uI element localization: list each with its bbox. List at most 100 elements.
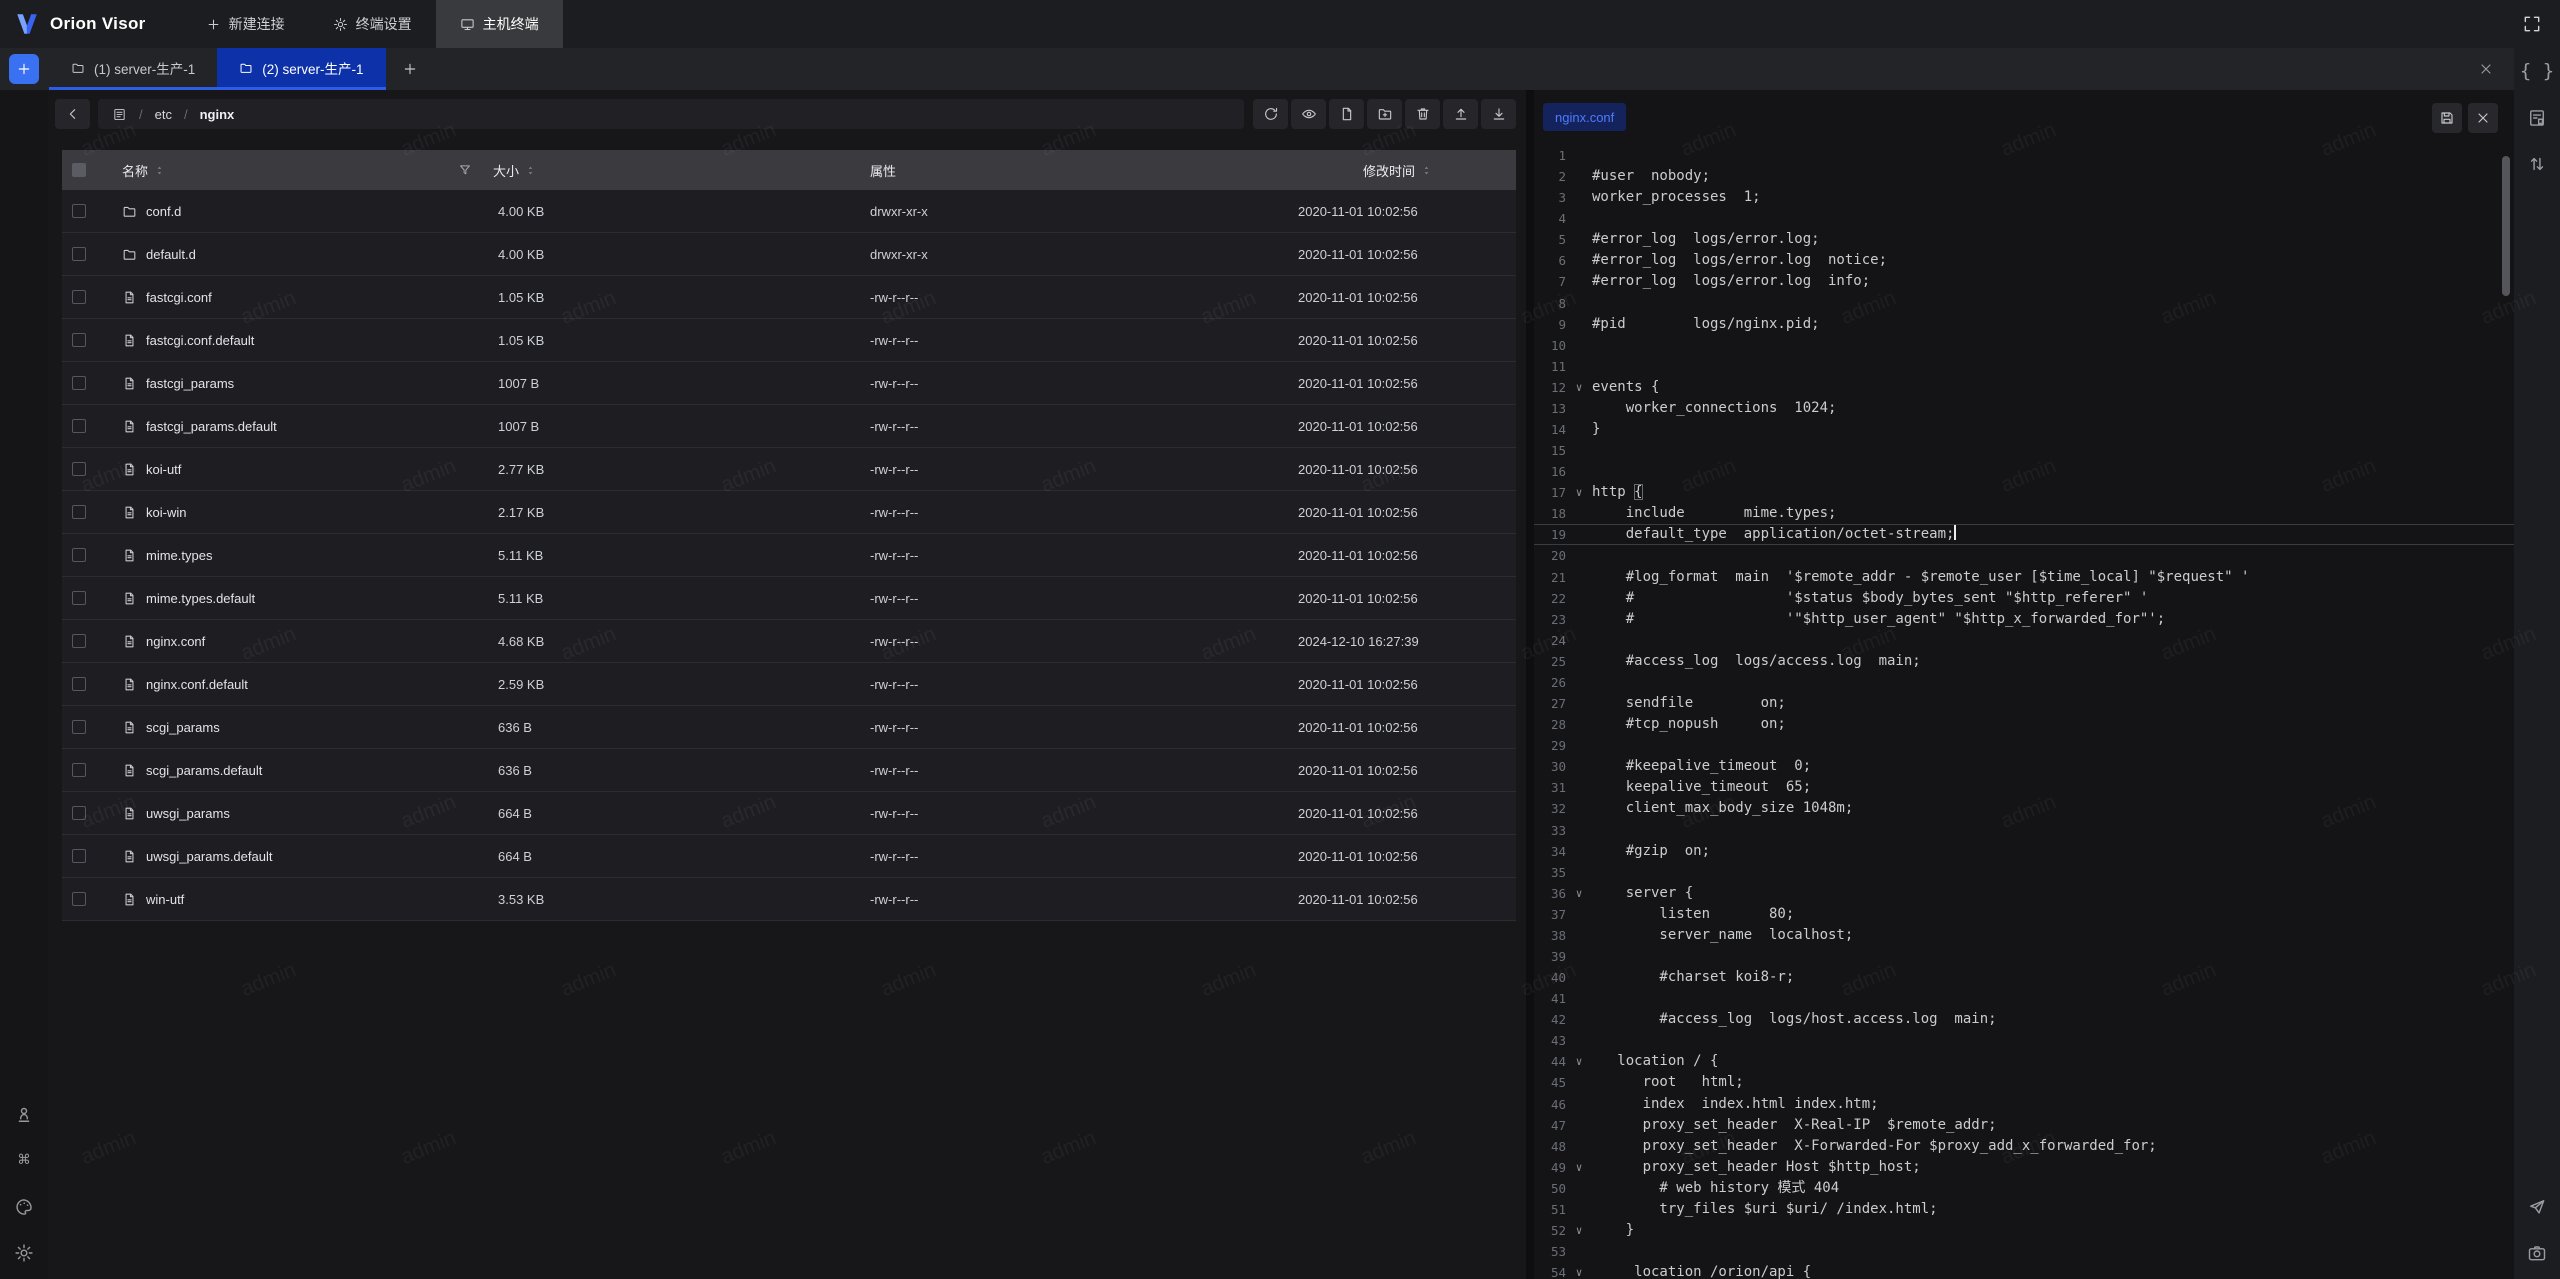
code-line-26[interactable]: 26 bbox=[1534, 672, 2514, 693]
code-line-11[interactable]: 11 bbox=[1534, 356, 2514, 377]
sort-icon[interactable] bbox=[525, 165, 536, 176]
file-row-nginx.conf[interactable]: nginx.conf4.68 KB-rw-r--r--2024-12-10 16… bbox=[62, 620, 1516, 663]
row-checkbox[interactable] bbox=[72, 505, 86, 519]
row-checkbox[interactable] bbox=[72, 720, 86, 734]
row-checkbox[interactable] bbox=[72, 462, 86, 476]
add-tab-button[interactable] bbox=[402, 61, 418, 77]
row-checkbox[interactable] bbox=[72, 763, 86, 777]
code-line-15[interactable]: 15 bbox=[1534, 440, 2514, 461]
session-tab-1[interactable]: (1) server-生产-1 bbox=[49, 48, 217, 90]
code-line-52[interactable]: 52∨ } bbox=[1534, 1220, 2514, 1241]
code-line-6[interactable]: 6#error_log logs/error.log notice; bbox=[1534, 250, 2514, 271]
code-line-21[interactable]: 21 #log_format main '$remote_addr - $rem… bbox=[1534, 567, 2514, 588]
file-row-scgi_params[interactable]: scgi_params636 B-rw-r--r--2020-11-01 10:… bbox=[62, 706, 1516, 749]
time-column-header[interactable]: 修改时间 bbox=[1280, 161, 1516, 180]
new-connection-button[interactable] bbox=[9, 54, 39, 84]
file-row-default.d[interactable]: default.d4.00 KBdrwxr-xr-x2020-11-01 10:… bbox=[62, 233, 1516, 276]
fold-chevron-icon[interactable]: ∨ bbox=[1566, 1157, 1592, 1178]
send-icon[interactable] bbox=[2527, 1197, 2547, 1217]
code-line-34[interactable]: 34 #gzip on; bbox=[1534, 841, 2514, 862]
fold-chevron-icon[interactable]: ∨ bbox=[1566, 482, 1592, 503]
file-blank-button[interactable] bbox=[1329, 99, 1364, 129]
code-line-7[interactable]: 7#error_log logs/error.log info; bbox=[1534, 271, 2514, 292]
filter-funnel-icon[interactable] bbox=[458, 163, 472, 177]
download-button[interactable] bbox=[1481, 99, 1516, 129]
code-line-29[interactable]: 29 bbox=[1534, 735, 2514, 756]
code-line-22[interactable]: 22 # '$status $body_bytes_sent "$http_re… bbox=[1534, 588, 2514, 609]
code-line-50[interactable]: 50 # web history 模式 404 bbox=[1534, 1178, 2514, 1199]
menu-item-plus[interactable]: 新建连接 bbox=[182, 0, 309, 48]
code-editor[interactable]: 12#user nobody;3worker_processes 1;45#er… bbox=[1534, 145, 2514, 1279]
code-line-13[interactable]: 13 worker_connections 1024; bbox=[1534, 398, 2514, 419]
row-checkbox[interactable] bbox=[72, 419, 86, 433]
code-line-4[interactable]: 4 bbox=[1534, 208, 2514, 229]
file-name[interactable]: uwsgi_params.default bbox=[146, 849, 272, 864]
file-row-fastcgi_params[interactable]: fastcgi_params1007 B-rw-r--r--2020-11-01… bbox=[62, 362, 1516, 405]
fullscreen-button[interactable] bbox=[2522, 14, 2542, 34]
row-checkbox[interactable] bbox=[72, 290, 86, 304]
file-row-nginx.conf.default[interactable]: nginx.conf.default2.59 KB-rw-r--r--2020-… bbox=[62, 663, 1516, 706]
close-panel-button[interactable] bbox=[2478, 61, 2494, 77]
save-file-button[interactable] bbox=[2432, 103, 2462, 133]
command-icon[interactable]: ⌘ bbox=[18, 1151, 29, 1171]
code-line-41[interactable]: 41 bbox=[1534, 988, 2514, 1009]
code-line-40[interactable]: 40 #charset koi8-r; bbox=[1534, 967, 2514, 988]
code-line-53[interactable]: 53 bbox=[1534, 1241, 2514, 1262]
row-checkbox[interactable] bbox=[72, 548, 86, 562]
code-line-42[interactable]: 42 #access_log logs/host.access.log main… bbox=[1534, 1009, 2514, 1030]
code-line-10[interactable]: 10 bbox=[1534, 335, 2514, 356]
braces-icon[interactable]: { } bbox=[2520, 62, 2554, 82]
row-checkbox[interactable] bbox=[72, 892, 86, 906]
file-name[interactable]: fastcgi_params.default bbox=[146, 419, 277, 434]
fold-chevron-icon[interactable]: ∨ bbox=[1566, 1051, 1592, 1072]
size-column-header[interactable]: 大小 bbox=[450, 161, 855, 180]
breadcrumb-segment-etc[interactable]: etc bbox=[155, 107, 172, 122]
code-line-46[interactable]: 46 index index.html index.htm; bbox=[1534, 1094, 2514, 1115]
code-line-17[interactable]: 17∨http { bbox=[1534, 482, 2514, 503]
file-row-fastcgi_params.default[interactable]: fastcgi_params.default1007 B-rw-r--r--20… bbox=[62, 405, 1516, 448]
file-name[interactable]: scgi_params.default bbox=[146, 763, 262, 778]
trash-button[interactable] bbox=[1405, 99, 1440, 129]
code-line-48[interactable]: 48 proxy_set_header X-Forwarded-For $pro… bbox=[1534, 1136, 2514, 1157]
file-row-uwsgi_params[interactable]: uwsgi_params664 B-rw-r--r--2020-11-01 10… bbox=[62, 792, 1516, 835]
code-line-25[interactable]: 25 #access_log logs/access.log main; bbox=[1534, 651, 2514, 672]
code-line-24[interactable]: 24 bbox=[1534, 630, 2514, 651]
code-line-19[interactable]: 19 default_type application/octet-stream… bbox=[1534, 524, 2514, 545]
file-name[interactable]: scgi_params bbox=[146, 720, 220, 735]
code-line-54[interactable]: 54∨ location /orion/api { bbox=[1534, 1262, 2514, 1279]
fold-chevron-icon[interactable]: ∨ bbox=[1566, 883, 1592, 904]
code-line-36[interactable]: 36∨ server { bbox=[1534, 883, 2514, 904]
file-name[interactable]: conf.d bbox=[146, 204, 181, 219]
file-row-conf.d[interactable]: conf.d4.00 KBdrwxr-xr-x2020-11-01 10:02:… bbox=[62, 190, 1516, 233]
file-row-scgi_params.default[interactable]: scgi_params.default636 B-rw-r--r--2020-1… bbox=[62, 749, 1516, 792]
code-line-16[interactable]: 16 bbox=[1534, 461, 2514, 482]
file-name[interactable]: koi-utf bbox=[146, 462, 181, 477]
file-row-mime.types[interactable]: mime.types5.11 KB-rw-r--r--2020-11-01 10… bbox=[62, 534, 1516, 577]
file-row-koi-utf[interactable]: koi-utf2.77 KB-rw-r--r--2020-11-01 10:02… bbox=[62, 448, 1516, 491]
row-checkbox[interactable] bbox=[72, 333, 86, 347]
code-line-37[interactable]: 37 listen 80; bbox=[1534, 904, 2514, 925]
row-checkbox[interactable] bbox=[72, 849, 86, 863]
upload-button[interactable] bbox=[1443, 99, 1478, 129]
editor-scrollbar-thumb[interactable] bbox=[2502, 156, 2510, 296]
panel-splitter[interactable] bbox=[1526, 90, 1534, 1279]
gear-icon[interactable] bbox=[14, 1243, 34, 1263]
eye-button[interactable] bbox=[1291, 99, 1326, 129]
code-line-20[interactable]: 20 bbox=[1534, 545, 2514, 566]
name-column-header[interactable]: 名称 bbox=[110, 161, 450, 180]
code-line-9[interactable]: 9#pid logs/nginx.pid; bbox=[1534, 314, 2514, 335]
code-line-14[interactable]: 14} bbox=[1534, 419, 2514, 440]
session-tab-2[interactable]: (2) server-生产-1 bbox=[217, 48, 385, 90]
file-name[interactable]: fastcgi.conf.default bbox=[146, 333, 254, 348]
code-line-32[interactable]: 32 client_max_body_size 1048m; bbox=[1534, 798, 2514, 819]
fold-chevron-icon[interactable]: ∨ bbox=[1566, 377, 1592, 398]
sort-icon[interactable] bbox=[154, 165, 165, 176]
code-line-33[interactable]: 33 bbox=[1534, 820, 2514, 841]
file-name[interactable]: uwsgi_params bbox=[146, 806, 230, 821]
code-line-5[interactable]: 5#error_log logs/error.log; bbox=[1534, 229, 2514, 250]
file-name[interactable]: win-utf bbox=[146, 892, 184, 907]
file-name[interactable]: nginx.conf.default bbox=[146, 677, 248, 692]
code-line-45[interactable]: 45 root html; bbox=[1534, 1072, 2514, 1093]
fold-chevron-icon[interactable]: ∨ bbox=[1566, 1262, 1592, 1279]
palette-icon[interactable] bbox=[14, 1197, 34, 1217]
